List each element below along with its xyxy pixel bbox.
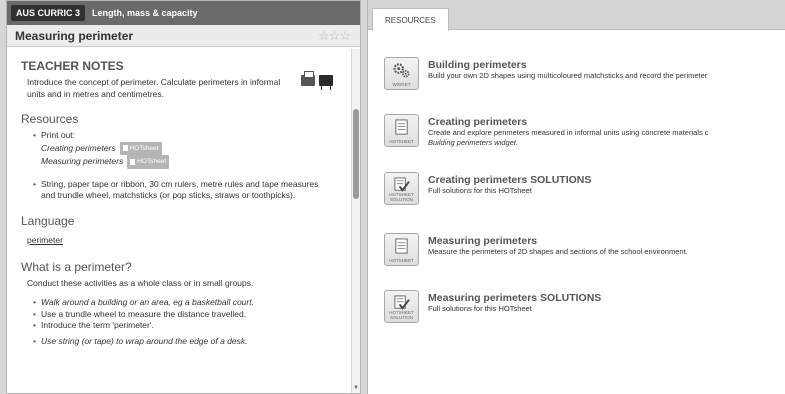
resource-description-cont: Building perimeters widget. bbox=[428, 138, 519, 147]
activity-item: Use a trundle wheel to measure the dista… bbox=[33, 309, 341, 321]
scrollbar-thumb[interactable] bbox=[353, 109, 359, 199]
hotsheet-badge[interactable]: HOTsheet bbox=[119, 141, 162, 155]
resource-title[interactable]: Creating perimeters bbox=[428, 116, 783, 128]
curriculum-tag[interactable]: AUS CURRIC 3 bbox=[11, 5, 86, 21]
rating-stars-icon[interactable]: ☆☆☆ bbox=[318, 28, 351, 44]
resource-item[interactable]: HOTSHEET Measuring perimeters Measure th… bbox=[384, 233, 784, 266]
resources-panel: RESOURCES WIDGET Building perimeters Bui… bbox=[367, 0, 785, 394]
resource-text: Creating perimeters SOLUTIONS Full solut… bbox=[428, 172, 783, 205]
resource-item[interactable]: HOTSHEET SOLUTION Measuring perimeters S… bbox=[384, 290, 784, 323]
resource-item[interactable]: HOTSHEET Creating perimeters Create and … bbox=[384, 114, 784, 148]
lesson-title: Measuring perimeter bbox=[15, 28, 134, 43]
materials-item: String, paper tape or ribbon, 30 cm rule… bbox=[33, 179, 333, 202]
notes-content: TEACHER NOTES Introduce the concept of p… bbox=[7, 49, 351, 393]
lesson-title-bar: Measuring perimeter ☆☆☆ bbox=[7, 25, 360, 47]
printout-item: Measuring perimeters HOTsheet bbox=[41, 155, 341, 169]
resource-item[interactable]: WIDGET Building perimeters Build your ow… bbox=[384, 57, 784, 90]
teacher-notes-panel: AUS CURRIC 3 Length, mass & capacity Mea… bbox=[6, 0, 361, 394]
tab-resources[interactable]: RESOURCES bbox=[372, 8, 449, 31]
notes-tools bbox=[301, 71, 333, 90]
teacher-notes-heading: TEACHER NOTES bbox=[21, 59, 124, 73]
activity-item: Walk around a building or an area, eg a … bbox=[33, 297, 341, 309]
resource-description: Build your own 2D shapes using multicolo… bbox=[428, 71, 708, 80]
resource-type-label: HOTSHEET SOLUTION bbox=[389, 192, 414, 202]
notes-scrollbar[interactable]: ▼ bbox=[351, 49, 360, 393]
resource-description: Full solutions for this HOTsheet bbox=[428, 304, 532, 313]
printer-icon[interactable] bbox=[301, 71, 315, 86]
resource-text: Creating perimeters Create and explore p… bbox=[428, 114, 783, 148]
document-icon bbox=[395, 238, 408, 254]
resource-text: Measuring perimeters Measure the perimet… bbox=[428, 233, 783, 266]
resource-type-label: WIDGET bbox=[392, 82, 411, 87]
print-out-label: Print out: bbox=[33, 130, 341, 142]
hotsheet-solution-thumbnail[interactable]: HOTSHEET SOLUTION bbox=[384, 290, 419, 323]
activity-item: Use string (or tape) to wrap around the … bbox=[33, 336, 341, 348]
resource-title[interactable]: Building perimeters bbox=[428, 59, 783, 71]
document-icon bbox=[130, 158, 136, 165]
hotsheet-badge[interactable]: HOTsheet bbox=[127, 155, 170, 169]
resource-description: Full solutions for this HOTsheet bbox=[428, 186, 532, 195]
resource-type-label: HOTSHEET bbox=[389, 258, 414, 263]
document-icon bbox=[395, 119, 408, 135]
language-heading: Language bbox=[21, 213, 75, 228]
scroll-down-icon[interactable]: ▼ bbox=[353, 385, 359, 391]
resource-type-label: HOTSHEET bbox=[389, 139, 414, 144]
activities-list: Walk around a building or an area, eg a … bbox=[33, 297, 341, 347]
hotsheet-solution-thumbnail[interactable]: HOTSHEET SOLUTION bbox=[384, 172, 419, 205]
what-heading: What is a perimeter? bbox=[21, 259, 132, 274]
curriculum-path[interactable]: Length, mass & capacity bbox=[92, 8, 198, 18]
perimeter-link[interactable]: perimeter bbox=[27, 235, 63, 245]
resource-title[interactable]: Measuring perimeters SOLUTIONS bbox=[428, 292, 783, 304]
resource-text: Building perimeters Build your own 2D sh… bbox=[428, 57, 783, 90]
printout-name: Creating perimeters bbox=[41, 142, 116, 153]
printout-item: Creating perimeters HOTsheet bbox=[41, 141, 341, 155]
activity-item: Introduce the term 'perimeter'. bbox=[33, 320, 341, 332]
badge-label: HOTsheet bbox=[129, 144, 159, 152]
resources-heading: Resources bbox=[21, 112, 79, 126]
resources-list: Print out: bbox=[33, 130, 341, 142]
app-root: AUS CURRIC 3 Length, mass & capacity Mea… bbox=[0, 0, 785, 394]
hotsheet-thumbnail[interactable]: HOTSHEET bbox=[384, 114, 419, 147]
what-text: Conduct these activities as a whole clas… bbox=[27, 277, 254, 288]
resource-description: Create and explore perimeters measured i… bbox=[428, 128, 709, 137]
resource-title[interactable]: Measuring perimeters bbox=[428, 235, 783, 247]
widget-thumbnail[interactable]: WIDGET bbox=[384, 57, 419, 90]
badge-label: HOTsheet bbox=[137, 158, 167, 165]
whiteboard-icon[interactable] bbox=[319, 75, 333, 90]
curriculum-breadcrumb: AUS CURRIC 3 Length, mass & capacity bbox=[7, 1, 360, 25]
resources-tabstrip: RESOURCES bbox=[368, 0, 785, 31]
resource-title[interactable]: Creating perimeters SOLUTIONS bbox=[428, 174, 783, 186]
gears-icon bbox=[393, 63, 410, 78]
printout-name: Measuring perimeters bbox=[41, 156, 124, 166]
resource-item[interactable]: HOTSHEET SOLUTION Creating perimeters SO… bbox=[384, 172, 784, 205]
hotsheet-thumbnail[interactable]: HOTSHEET bbox=[384, 233, 419, 266]
resource-text: Measuring perimeters SOLUTIONS Full solu… bbox=[428, 290, 783, 323]
materials-list: String, paper tape or ribbon, 30 cm rule… bbox=[33, 179, 341, 202]
document-icon bbox=[122, 145, 128, 152]
resource-description: Measure the perimeters of 2D shapes and … bbox=[428, 247, 688, 256]
teacher-notes-text: Introduce the concept of perimeter. Calc… bbox=[27, 77, 281, 99]
resource-type-label: HOTSHEET SOLUTION bbox=[389, 310, 414, 320]
